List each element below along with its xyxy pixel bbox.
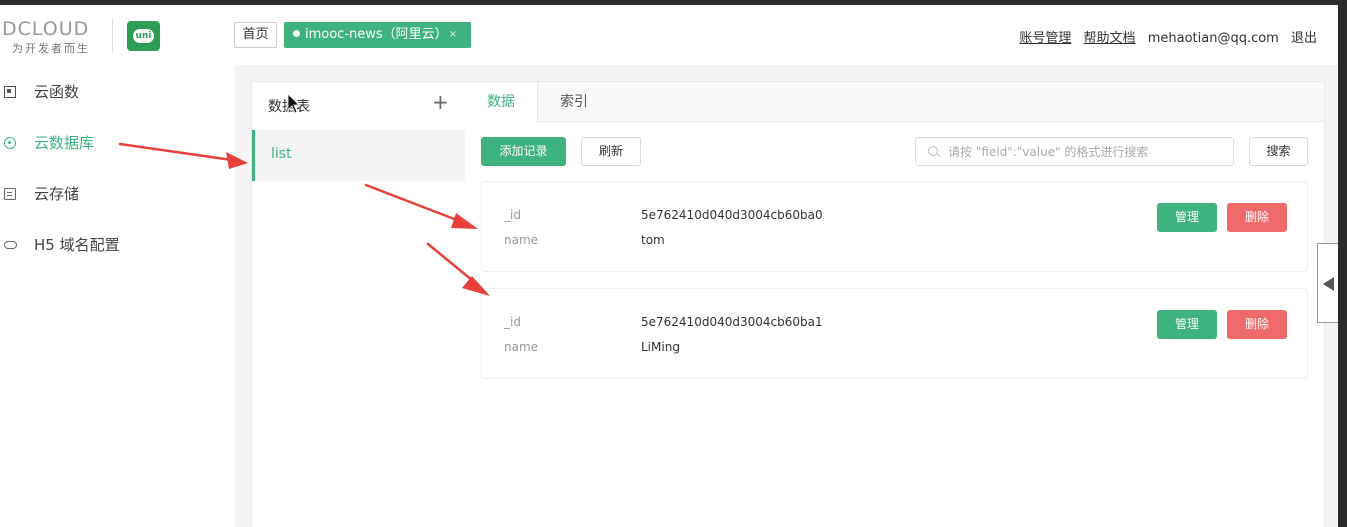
uni-logo-text: uni bbox=[135, 31, 152, 41]
delete-button[interactable]: 删除 bbox=[1227, 203, 1287, 232]
cloud-icon: uni bbox=[133, 29, 154, 43]
field-value: tom bbox=[641, 233, 665, 247]
add-record-button[interactable]: 添加记录 bbox=[481, 137, 566, 166]
sidebar: 云函数 云数据库 云存储 H5 域名配置 bbox=[0, 65, 235, 527]
tab-close-icon[interactable]: × bbox=[449, 22, 457, 48]
table-item-label: list bbox=[271, 146, 292, 162]
sidebar-item-cloud-database[interactable]: 云数据库 bbox=[0, 128, 235, 158]
status-dot-icon bbox=[293, 30, 300, 37]
search-field[interactable] bbox=[915, 137, 1234, 166]
logo-subtitle: 为开发者而生 bbox=[12, 42, 90, 55]
sidebar-item-label: 云函数 bbox=[34, 83, 80, 101]
tables-title: 数据表 bbox=[268, 99, 310, 115]
sidebar-item-cloud-storage[interactable]: 云存储 bbox=[0, 179, 235, 209]
database-icon bbox=[4, 137, 16, 149]
tab-imooc-news-label: imooc-news（阿里云） bbox=[305, 27, 448, 42]
top-header: DCLOUD 为开发者而生 uni 首页 imooc-news（阿里云） × 账… bbox=[0, 5, 1338, 65]
tab-index[interactable]: 索引 bbox=[560, 82, 588, 122]
refresh-button[interactable]: 刷新 bbox=[581, 137, 641, 166]
tab-data[interactable]: 数据 bbox=[465, 82, 538, 123]
search-button[interactable]: 搜索 bbox=[1249, 137, 1308, 166]
table-item-list[interactable]: list bbox=[252, 130, 465, 181]
field-key: _id bbox=[504, 315, 521, 329]
user-email[interactable]: mehaotian@qq.com bbox=[1148, 31, 1279, 46]
top-nav: 账号管理 帮助文档 mehaotian@qq.com 退出 bbox=[1011, 27, 1317, 46]
tab-imooc-news[interactable]: imooc-news（阿里云） × bbox=[284, 22, 471, 48]
field-key: _id bbox=[504, 208, 521, 222]
logout-link[interactable]: 退出 bbox=[1291, 31, 1317, 46]
sidebar-item-h5-domain[interactable]: H5 域名配置 bbox=[0, 230, 235, 260]
delete-button[interactable]: 删除 bbox=[1227, 310, 1287, 339]
manage-button[interactable]: 管理 bbox=[1157, 310, 1217, 339]
help-docs-link[interactable]: 帮助文档 bbox=[1084, 31, 1136, 46]
field-key: name bbox=[504, 340, 539, 354]
data-tabs-bar bbox=[465, 82, 1324, 122]
add-table-icon[interactable]: + bbox=[432, 90, 449, 114]
field-value: 5e762410d040d3004cb60ba0 bbox=[641, 208, 823, 222]
collapse-panel-icon[interactable] bbox=[1317, 243, 1338, 323]
tables-header: 数据表 + bbox=[252, 82, 465, 128]
header-divider bbox=[112, 18, 113, 52]
link-icon bbox=[4, 241, 17, 249]
manage-button[interactable]: 管理 bbox=[1157, 203, 1217, 232]
account-manage-link[interactable]: 账号管理 bbox=[1019, 31, 1071, 46]
logo-text: DCLOUD bbox=[2, 18, 90, 40]
sidebar-item-label: 云数据库 bbox=[34, 134, 95, 152]
field-value: 5e762410d040d3004cb60ba1 bbox=[641, 315, 823, 329]
uni-logo-icon[interactable]: uni bbox=[127, 21, 160, 51]
search-input[interactable] bbox=[948, 138, 1228, 165]
field-value: LiMing bbox=[641, 340, 680, 354]
sidebar-item-label: 云存储 bbox=[34, 185, 80, 203]
field-key: name bbox=[504, 233, 539, 247]
tab-home[interactable]: 首页 bbox=[234, 22, 277, 48]
window-right-edge bbox=[1338, 5, 1347, 527]
record-card: _id 5e762410d040d3004cb60ba0 name tom 管理… bbox=[481, 181, 1308, 272]
record-card: _id 5e762410d040d3004cb60ba1 name LiMing… bbox=[481, 288, 1308, 379]
function-icon bbox=[4, 86, 16, 98]
sidebar-item-cloud-function[interactable]: 云函数 bbox=[0, 77, 235, 107]
storage-icon bbox=[4, 188, 16, 200]
sidebar-item-label: H5 域名配置 bbox=[34, 236, 120, 254]
dcloud-logo[interactable]: DCLOUD 为开发者而生 bbox=[2, 19, 102, 56]
search-icon bbox=[928, 146, 938, 156]
tables-list bbox=[252, 128, 465, 527]
